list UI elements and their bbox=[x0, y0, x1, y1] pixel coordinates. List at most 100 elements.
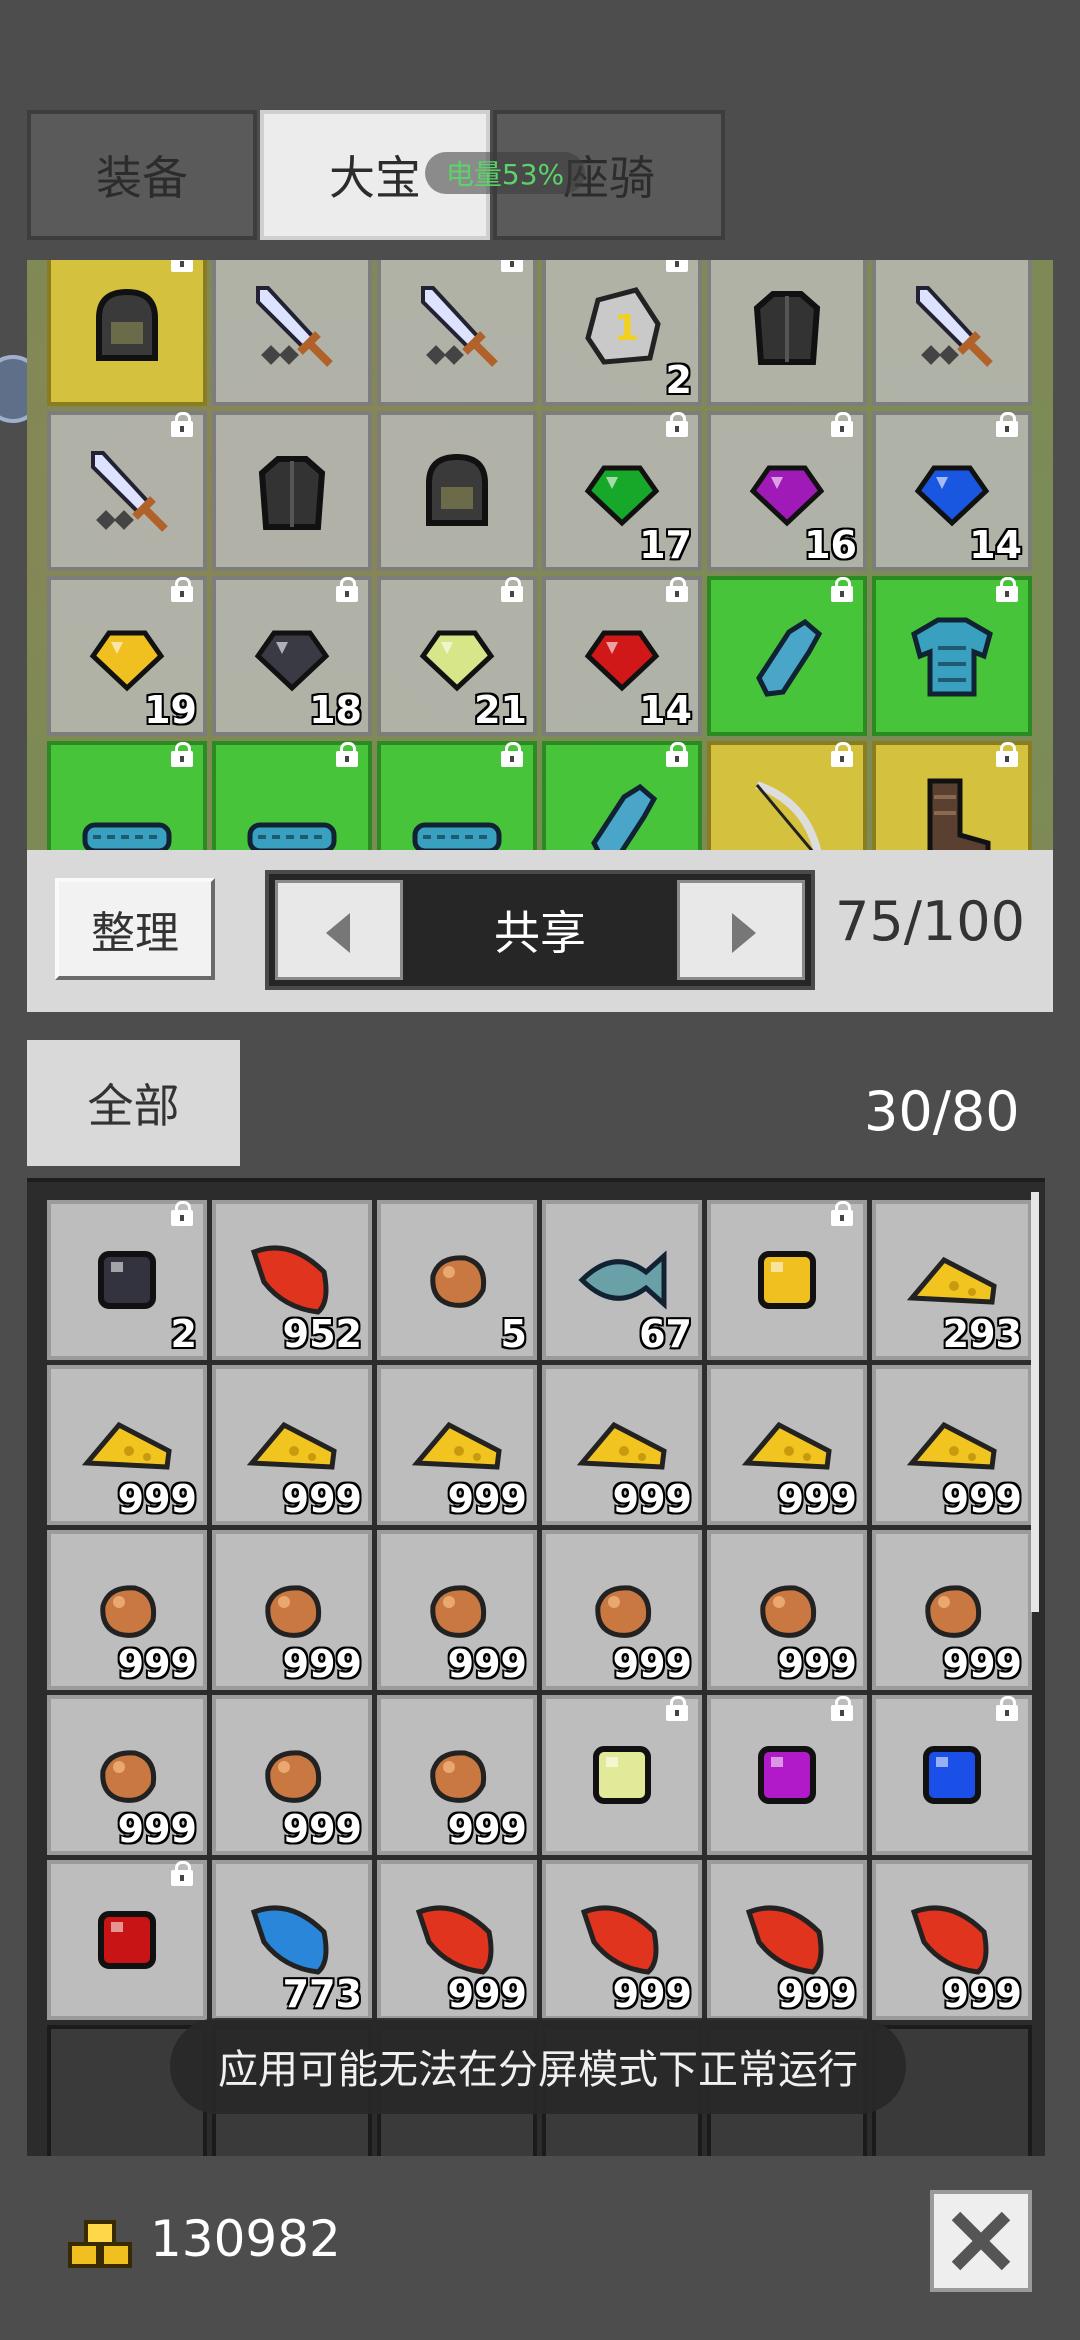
item-slot[interactable] bbox=[542, 741, 702, 850]
item-slot[interactable]: 999 bbox=[377, 1530, 537, 1690]
lock-icon bbox=[831, 1201, 853, 1228]
item-slot[interactable]: 999 bbox=[542, 1860, 702, 2020]
battery-indicator: 电量53% bbox=[425, 152, 585, 194]
item-slot[interactable] bbox=[872, 741, 1032, 850]
lock-icon bbox=[831, 1696, 853, 1723]
item-slot[interactable] bbox=[212, 260, 372, 406]
item-slot[interactable]: 5 bbox=[377, 1200, 537, 1360]
equipment-grid: 1 2 17 16 14 19 18 21 14 bbox=[47, 260, 1032, 850]
item-slot[interactable]: 14 bbox=[872, 411, 1032, 571]
item-slot[interactable] bbox=[377, 260, 537, 406]
item-slot[interactable] bbox=[872, 1695, 1032, 1855]
item-slot[interactable] bbox=[707, 576, 867, 736]
item-slot[interactable]: 999 bbox=[47, 1365, 207, 1525]
cube-purple-icon bbox=[739, 1727, 835, 1823]
glove-icon bbox=[574, 773, 670, 850]
item-slot[interactable]: 999 bbox=[872, 1365, 1032, 1525]
item-count: 999 bbox=[117, 1477, 197, 1521]
gold-amount: 130982 bbox=[150, 2210, 341, 2268]
close-button[interactable] bbox=[930, 2190, 1032, 2292]
lock-icon bbox=[501, 742, 523, 769]
item-slot[interactable] bbox=[47, 1860, 207, 2020]
item-count: 67 bbox=[639, 1312, 692, 1356]
item-slot[interactable]: 999 bbox=[212, 1530, 372, 1690]
item-slot[interactable] bbox=[707, 741, 867, 850]
item-count: 999 bbox=[117, 1807, 197, 1851]
item-slot[interactable] bbox=[212, 741, 372, 850]
item-count: 999 bbox=[612, 1642, 692, 1686]
item-slot[interactable] bbox=[707, 1200, 867, 1360]
item-count: 999 bbox=[447, 1807, 527, 1851]
item-slot[interactable]: 999 bbox=[707, 1860, 867, 2020]
item-slot[interactable]: 999 bbox=[47, 1530, 207, 1690]
sword-icon bbox=[244, 278, 340, 374]
item-slot[interactable]: 999 bbox=[377, 1365, 537, 1525]
item-slot[interactable]: 999 bbox=[542, 1530, 702, 1690]
item-slot[interactable]: 999 bbox=[872, 1860, 1032, 2020]
item-count: 5 bbox=[500, 1312, 527, 1356]
item-slot[interactable]: 14 bbox=[542, 576, 702, 736]
item-slot[interactable]: 67 bbox=[542, 1200, 702, 1360]
item-slot[interactable]: 999 bbox=[377, 1860, 537, 2020]
split-screen-toast: 应用可能无法在分屏模式下正常运行 bbox=[170, 2018, 906, 2114]
item-slot[interactable] bbox=[872, 576, 1032, 736]
storage-capacity: 30/80 bbox=[864, 1080, 1020, 1143]
item-slot[interactable]: 999 bbox=[542, 1365, 702, 1525]
item-slot[interactable] bbox=[542, 1695, 702, 1855]
scrollbar[interactable] bbox=[1031, 1192, 1039, 1612]
item-slot[interactable]: 19 bbox=[47, 576, 207, 736]
item-slot[interactable] bbox=[47, 411, 207, 571]
item-slot[interactable]: 999 bbox=[872, 1530, 1032, 1690]
item-slot[interactable] bbox=[872, 260, 1032, 406]
item-slot[interactable] bbox=[377, 411, 537, 571]
helmet-icon bbox=[79, 278, 175, 374]
item-count: 21 bbox=[474, 688, 527, 732]
equipment-bag: 1 2 17 16 14 19 18 21 14 bbox=[27, 260, 1053, 850]
item-slot[interactable]: 18 bbox=[212, 576, 372, 736]
item-slot[interactable] bbox=[47, 741, 207, 850]
item-slot[interactable] bbox=[47, 260, 207, 406]
lock-icon bbox=[996, 742, 1018, 769]
page-switcher: 共享 bbox=[265, 870, 815, 990]
item-slot[interactable]: 16 bbox=[707, 411, 867, 571]
item-count: 999 bbox=[447, 1477, 527, 1521]
item-slot[interactable] bbox=[212, 411, 372, 571]
page-label: 共享 bbox=[494, 906, 586, 960]
item-count: 2 bbox=[170, 1312, 197, 1356]
item-slot[interactable]: 952 bbox=[212, 1200, 372, 1360]
item-slot[interactable]: 999 bbox=[707, 1365, 867, 1525]
next-page-button[interactable] bbox=[677, 880, 805, 980]
item-slot[interactable]: 12 bbox=[542, 260, 702, 406]
item-slot[interactable]: 2 bbox=[47, 1200, 207, 1360]
item-slot[interactable]: 999 bbox=[212, 1365, 372, 1525]
item-count: 17 bbox=[639, 523, 692, 567]
item-slot[interactable]: 999 bbox=[707, 1530, 867, 1690]
item-count: 999 bbox=[777, 1642, 857, 1686]
item-slot[interactable]: 21 bbox=[377, 576, 537, 736]
item-slot[interactable]: 999 bbox=[377, 1695, 537, 1855]
item-count: 999 bbox=[447, 1972, 527, 2016]
item-slot[interactable] bbox=[377, 741, 537, 850]
item-slot[interactable] bbox=[707, 260, 867, 406]
tunic-icon bbox=[904, 608, 1000, 704]
item-slot[interactable]: 999 bbox=[212, 1695, 372, 1855]
lock-icon bbox=[336, 742, 358, 769]
tab-equipment[interactable]: 装备 bbox=[27, 110, 257, 240]
item-count: 14 bbox=[969, 523, 1022, 567]
nugget-icon bbox=[409, 1232, 505, 1328]
lock-icon bbox=[831, 742, 853, 769]
lock-icon bbox=[666, 260, 688, 274]
item-slot[interactable]: 773 bbox=[212, 1860, 372, 2020]
lock-icon bbox=[831, 412, 853, 439]
prev-page-button[interactable] bbox=[275, 880, 403, 980]
item-slot[interactable] bbox=[707, 1695, 867, 1855]
lock-icon bbox=[171, 742, 193, 769]
item-slot[interactable]: 999 bbox=[47, 1695, 207, 1855]
lock-icon bbox=[171, 260, 193, 274]
item-count: 952 bbox=[282, 1312, 362, 1356]
item-slot[interactable]: 17 bbox=[542, 411, 702, 571]
item-slot[interactable]: 293 bbox=[872, 1200, 1032, 1360]
sort-button[interactable]: 整理 bbox=[55, 878, 215, 980]
bow-icon bbox=[739, 773, 835, 850]
tab-all[interactable]: 全部 bbox=[27, 1040, 240, 1170]
